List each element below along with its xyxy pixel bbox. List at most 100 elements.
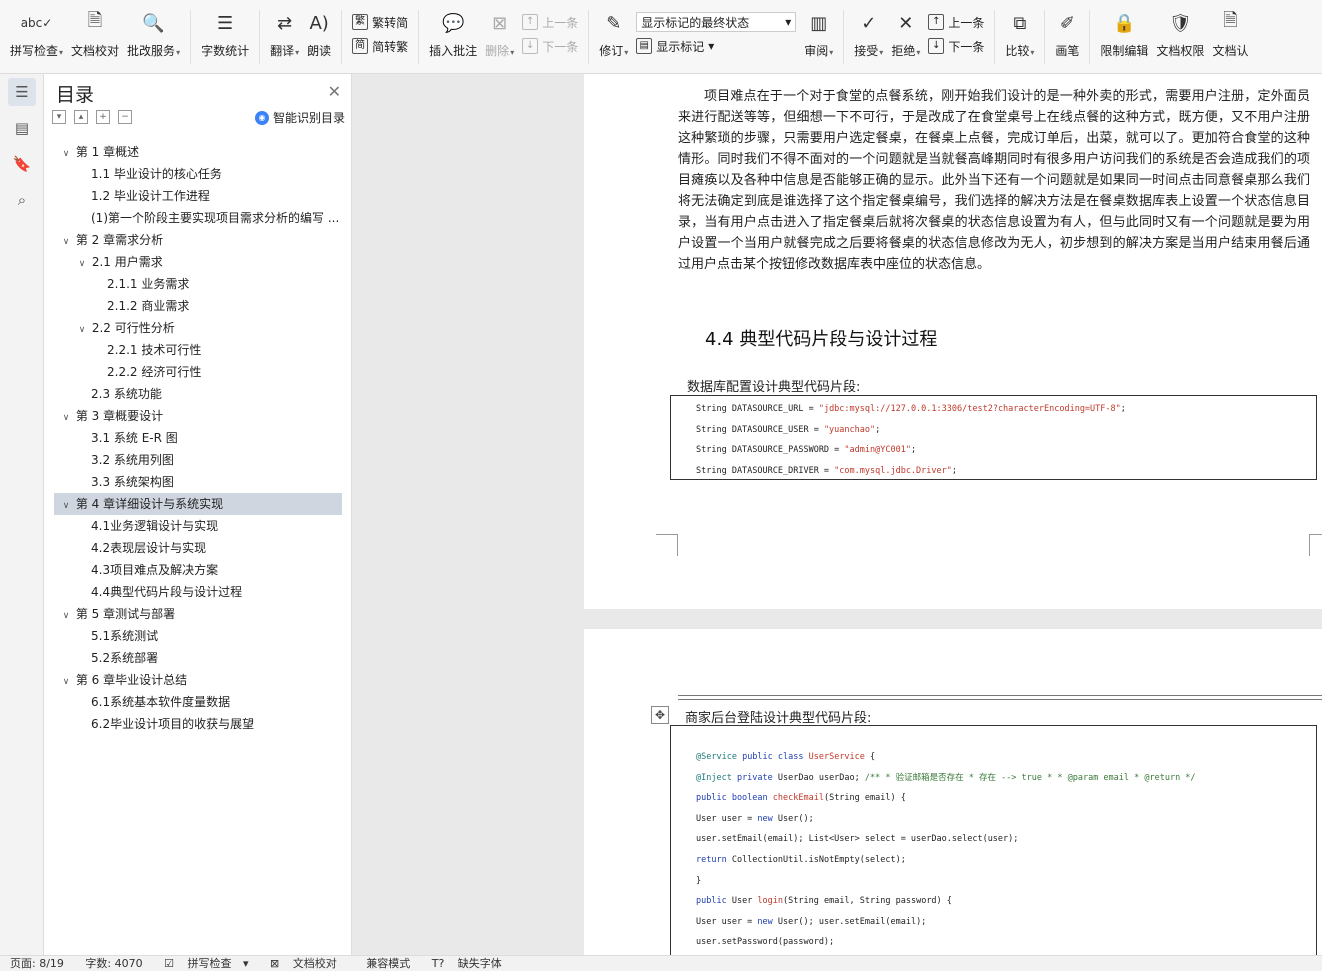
review-service-button[interactable]: 🔍 批改服务▾ (123, 10, 184, 66)
section-heading[interactable]: 4.4 典型代码片段与设计过程 (705, 325, 937, 351)
toc-section-item[interactable]: 4.2表现层设计与实现 (54, 537, 342, 559)
status-spell-check[interactable]: ☑ 拼写检查 ▾ (164, 956, 248, 971)
toc-section-item[interactable]: 4.1业务逻辑设计与实现 (54, 515, 342, 537)
review-pane-button[interactable]: ▥ 审阅▾ (800, 10, 837, 66)
remove-heading-icon[interactable]: − (118, 110, 132, 124)
chevron-down-icon[interactable]: ∨ (60, 671, 72, 691)
bookmark-icon[interactable]: 🔖 (8, 150, 36, 178)
word-count-indicator[interactable]: 字数: 4070 (85, 956, 142, 971)
header-line (678, 699, 1322, 700)
toc-chapter-item[interactable]: ∨ 第 2 章需求分析 (54, 229, 342, 251)
revise-button[interactable]: ✎ 修订▾ (595, 10, 632, 66)
toc-item-label: 4.2表现层设计与实现 (91, 541, 207, 555)
chapter-nav-icon[interactable]: ▤ (8, 114, 36, 142)
toc-section-item[interactable]: 1.1 毕业设计的核心任务 (54, 163, 342, 185)
smart-toc-button[interactable]: ◉ 智能识别目录 (254, 109, 345, 126)
toc-section-item[interactable]: 5.2系统部署 (54, 647, 342, 669)
code-line: User user = new User(); user.setEmail(em… (696, 916, 927, 927)
lock-icon: 🔒 (1113, 12, 1136, 34)
doc-check-label: 文档校对 (71, 44, 120, 58)
toc-section-item[interactable]: 6.2毕业设计项目的收获与展望 (54, 713, 342, 735)
toc-view-icon[interactable]: ☰ (8, 78, 36, 106)
toc-section-item[interactable]: ∨ 2.1 用户需求 (54, 251, 342, 273)
next-change-button[interactable]: ↓ 下一条 (928, 34, 984, 58)
toc-tools: ▾ ▴ + − (52, 110, 132, 124)
chevron-down-icon[interactable]: ∨ (76, 253, 88, 273)
translate-button[interactable]: ⇄ 翻译▾ (266, 10, 303, 66)
move-handle-icon[interactable]: ✥ (651, 706, 669, 724)
close-icon[interactable]: ✕ (328, 82, 341, 101)
prev-change-button[interactable]: ↑ 上一条 (928, 10, 984, 34)
doc-check-button[interactable]: 🗎 文档校对 (67, 10, 123, 66)
pen-button[interactable]: ✐ 画笔 (1051, 10, 1083, 66)
word-count-button[interactable]: ☰ 字数统计 (197, 10, 253, 66)
accept-button[interactable]: ✓ 接受▾ (850, 10, 887, 66)
db-code-caption[interactable]: 数据库配置设计典型代码片段: (687, 376, 860, 395)
toc-item-label: 4.1业务逻辑设计与实现 (91, 519, 219, 533)
missing-font-indicator[interactable]: T? 缺失字体 (432, 956, 510, 971)
chevron-down-icon[interactable]: ∨ (60, 143, 72, 163)
toc-section-item[interactable]: 2.2.2 经济可行性 (54, 361, 342, 383)
compare-button[interactable]: ⧉ 比较▾ (1001, 10, 1038, 66)
insert-comment-button[interactable]: 💬 插入批注 (425, 10, 481, 66)
toc-chapter-item[interactable]: ∨ 第 5 章测试与部署 (54, 603, 342, 625)
body-paragraph[interactable]: 项目难点在于一个对于食堂的点餐系统，刚开始我们设计的是一种外卖的形式，需要用户注… (678, 86, 1310, 275)
doc-more-button[interactable]: 🗎 文档认 (1208, 10, 1252, 66)
chevron-down-icon[interactable]: ∨ (60, 407, 72, 427)
chevron-down-icon[interactable]: ∨ (60, 231, 72, 251)
status-doc-check[interactable]: ⊠ 文档校对 (270, 956, 345, 971)
collapse-all-icon[interactable]: ▾ (52, 110, 66, 124)
toc-section-item[interactable]: 2.2.1 技术可行性 (54, 339, 342, 361)
toc-section-item[interactable]: 2.3 系统功能 (54, 383, 342, 405)
toc-chapter-item[interactable]: ∨ 第 3 章概要设计 (54, 405, 342, 427)
restrict-edit-button[interactable]: 🔒 限制编辑 (1096, 10, 1152, 66)
prev-change-label: 上一条 (948, 15, 985, 30)
delete-comment-button[interactable]: ⊠ 删除▾ (481, 10, 518, 66)
status-doc-check-label: 文档校对 (292, 957, 337, 970)
toc-section-item[interactable]: 5.1系统测试 (54, 625, 342, 647)
toc-section-item[interactable]: ∨ 2.2 可行性分析 (54, 317, 342, 339)
toc-item-label: 4.3项目难点及解决方案 (91, 563, 219, 577)
next-comment-button[interactable]: ↓ 下一条 (522, 34, 578, 58)
toc-section-item[interactable]: (1)第一个阶段主要实现项目需求分析的编写 ... (54, 207, 342, 229)
toc-chapter-item[interactable]: ∨ 第 6 章毕业设计总结 (54, 669, 342, 691)
trad-to-simp-button[interactable]: 繁繁转简 (352, 10, 408, 34)
toc-chapter-item[interactable]: ∨ 第 4 章详细设计与系统实现 (54, 493, 342, 515)
toc-section-item[interactable]: 3.1 系统 E-R 图 (54, 427, 342, 449)
translate-icon: ⇄ (277, 12, 293, 34)
toc-section-item[interactable]: 2.1.2 商业需求 (54, 295, 342, 317)
toc-section-item[interactable]: 2.1.1 业务需求 (54, 273, 342, 295)
db-code-block[interactable]: String DATASOURCE_URL = "jdbc:mysql://12… (670, 395, 1317, 480)
search-icon[interactable]: ⌕ (8, 186, 36, 214)
login-code-caption[interactable]: 商家后台登陆设计典型代码片段: (685, 707, 871, 726)
expand-up-icon[interactable]: ▴ (74, 110, 88, 124)
toc-item-label: 3.3 系统架构图 (91, 475, 174, 489)
chevron-down-icon: ▾ (879, 48, 884, 57)
toc-item-label: 第 3 章概要设计 (75, 409, 164, 423)
chevron-down-icon[interactable]: ∨ (60, 605, 72, 625)
toc-section-item[interactable]: 4.3项目难点及解决方案 (54, 559, 342, 581)
code-line: User user = new User(); (696, 813, 814, 824)
markup-state-select[interactable]: 显示标记的最终状态 ▾ (636, 12, 797, 32)
toc-section-item[interactable]: 4.4典型代码片段与设计过程 (54, 581, 342, 603)
toc-section-item[interactable]: 1.2 毕业设计工作进程 (54, 185, 342, 207)
spell-check-button[interactable]: abc✓ 拼写检查▾ (6, 10, 67, 66)
toc-section-item[interactable]: 3.3 系统架构图 (54, 471, 342, 493)
login-code-block[interactable]: @Service public class UserService { @Inj… (670, 725, 1317, 955)
toc-section-item[interactable]: 6.1系统基本软件度量数据 (54, 691, 342, 713)
page-indicator[interactable]: 页面: 8/19 (10, 956, 64, 971)
read-aloud-button[interactable]: A) 朗读 (303, 10, 335, 66)
prev-comment-button[interactable]: ↑ 上一条 (522, 10, 578, 34)
chevron-down-icon: ▾ (624, 48, 629, 57)
doc-permission-button[interactable]: 🛡 文档权限 (1152, 10, 1208, 66)
revise-label: 修订 (599, 44, 624, 58)
add-heading-icon[interactable]: + (96, 110, 110, 124)
chevron-down-icon[interactable]: ∨ (76, 319, 88, 339)
simp-to-trad-button[interactable]: 简简转繁 (352, 34, 408, 58)
document-area: 项目难点在于一个对于食堂的点餐系统，刚开始我们设计的是一种外卖的形式，需要用户注… (353, 74, 1322, 955)
toc-chapter-item[interactable]: ∨ 第 1 章概述 (54, 141, 342, 163)
toc-section-item[interactable]: 3.2 系统用列图 (54, 449, 342, 471)
chevron-down-icon[interactable]: ∨ (60, 495, 72, 515)
reject-button[interactable]: ✕ 拒绝▾ (887, 10, 924, 66)
show-markup-button[interactable]: ▤ 显示标记 ▾ (636, 34, 796, 58)
